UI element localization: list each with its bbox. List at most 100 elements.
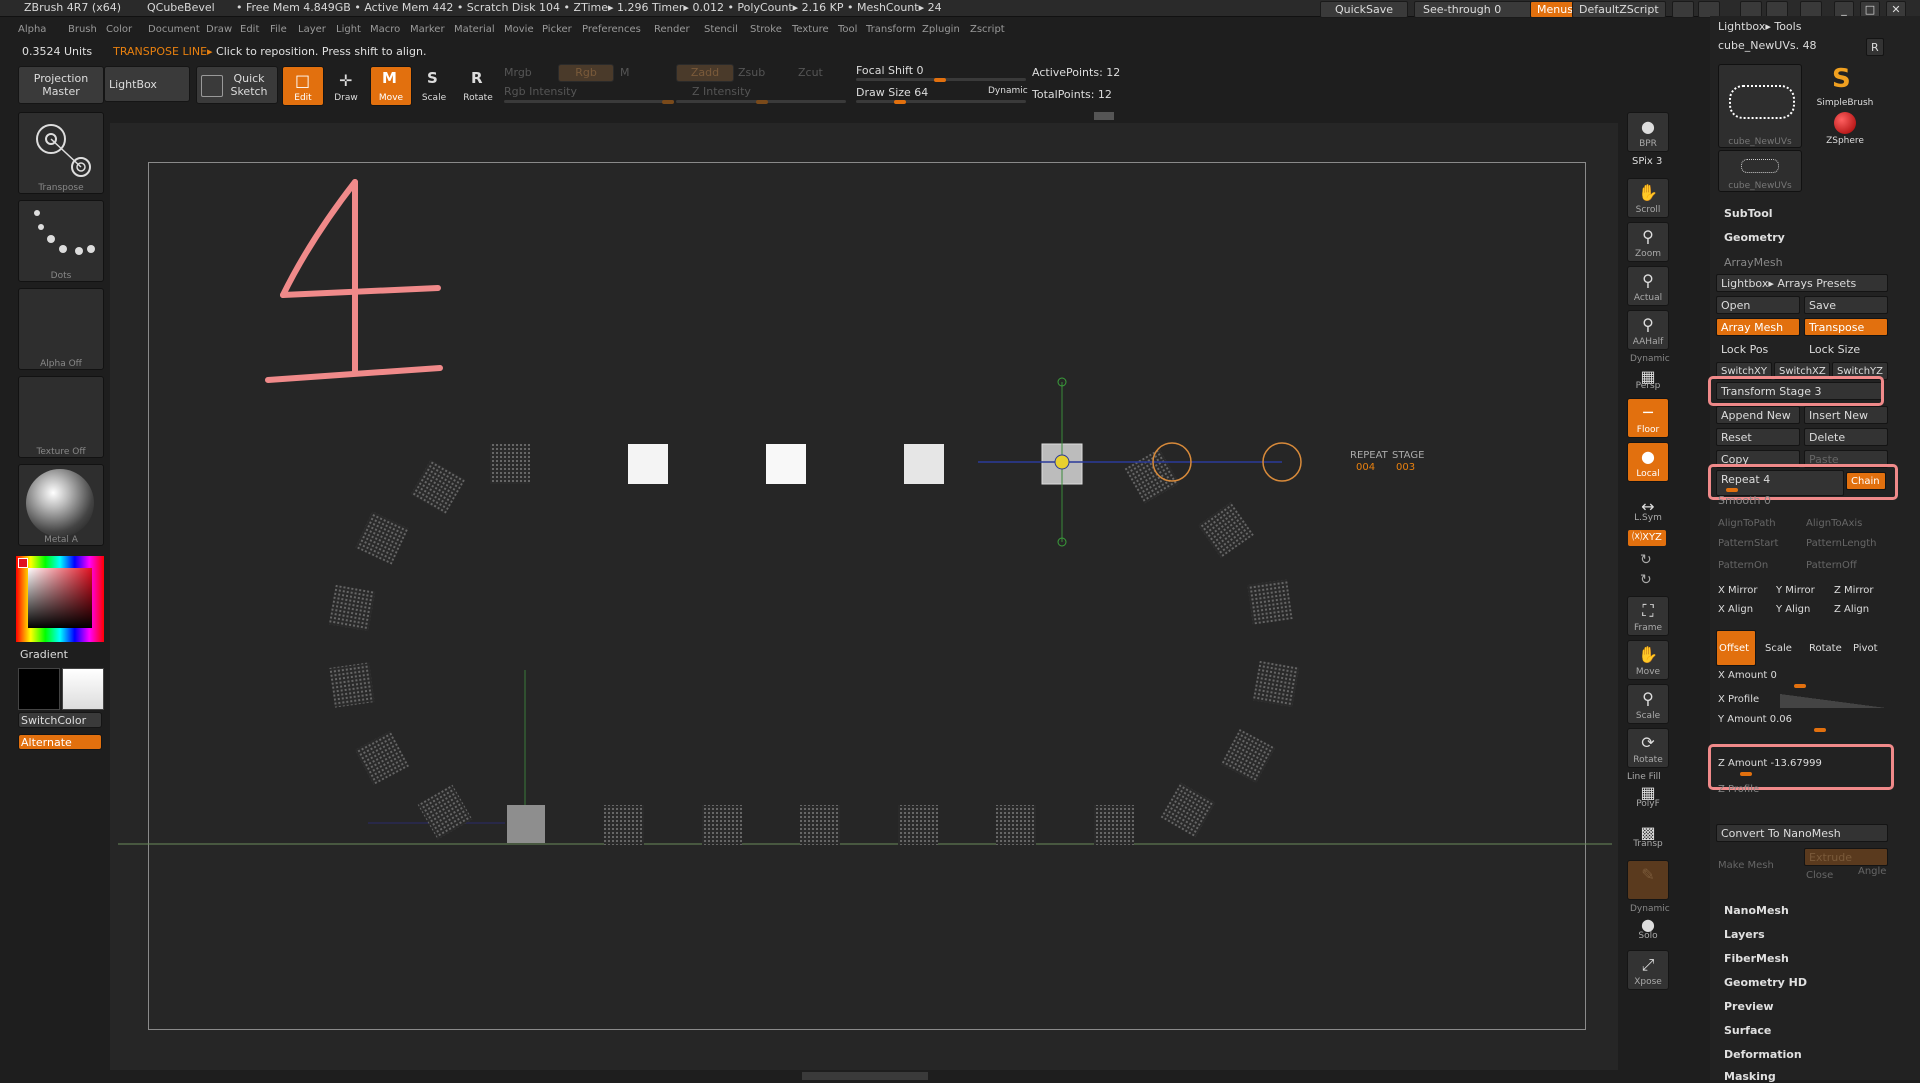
scale-view-button[interactable]: ⚲ Scale	[1627, 684, 1669, 724]
bpr-label: BPR	[1639, 139, 1657, 149]
close-button[interactable]: Close	[1806, 870, 1833, 881]
pattern-start-slider[interactable]: PatternStart	[1718, 538, 1778, 549]
arraymesh-header[interactable]: ArrayMesh	[1724, 256, 1783, 269]
nanomesh-header[interactable]: NanoMesh	[1724, 904, 1789, 917]
y-amount-knob[interactable]	[1814, 728, 1826, 732]
geometry-hd-header[interactable]: Geometry HD	[1724, 976, 1807, 989]
zsphere-label: ZSphere	[1826, 136, 1864, 146]
stage-label: STAGE	[1392, 450, 1425, 461]
align-to-path-button[interactable]: AlignToPath	[1718, 518, 1776, 529]
current-tool-slider[interactable]: cube_NewUVs. 48	[1718, 39, 1817, 52]
surface-header[interactable]: Surface	[1724, 1024, 1771, 1037]
floor-icon: ─	[1643, 403, 1653, 422]
move-view-label: Move	[1635, 667, 1661, 677]
fibermesh-header[interactable]: FiberMesh	[1724, 952, 1789, 965]
rotate-view-button[interactable]: ⟳ Rotate	[1627, 728, 1669, 768]
lightbox-tools-link[interactable]: Lightbox▸ Tools	[1718, 20, 1801, 33]
array-mesh-button[interactable]: Array Mesh	[1716, 318, 1800, 336]
current-tool-thumb[interactable]: cube_NewUVs	[1718, 64, 1802, 148]
layout-icon[interactable]	[1672, 1, 1694, 18]
preview-header[interactable]: Preview	[1724, 1000, 1774, 1013]
scale-view-icon: ⚲	[1642, 689, 1654, 708]
persp-button[interactable]: ▦ Persp	[1627, 360, 1669, 394]
make-mesh-button[interactable]: Make Mesh	[1718, 860, 1774, 871]
x-amount-knob[interactable]	[1794, 684, 1806, 688]
lock-pos-button[interactable]: Lock Pos	[1716, 340, 1800, 358]
save-button[interactable]: Save	[1804, 296, 1888, 314]
pattern-on-slider[interactable]: PatternOn	[1718, 560, 1768, 571]
open-button[interactable]: Open	[1716, 296, 1800, 314]
z-mirror-button[interactable]: Z Mirror	[1834, 585, 1874, 596]
pivot-tab[interactable]: Pivot	[1848, 630, 1888, 666]
xpose-button[interactable]: ⤢ Xpose	[1627, 950, 1669, 990]
bottom-scroll-handle[interactable]	[802, 1072, 928, 1080]
ghost-icon: ✎	[1641, 865, 1655, 884]
frame-label: Frame	[1633, 623, 1663, 633]
rotate-y-icon[interactable]: ↻	[1640, 552, 1652, 568]
aahalf-button[interactable]: ⚲ AAHalf	[1627, 310, 1669, 350]
repeat-value: 004	[1356, 462, 1376, 473]
zoom-button[interactable]: ⚲ Zoom	[1627, 222, 1669, 262]
deformation-header[interactable]: Deformation	[1724, 1048, 1802, 1061]
y-mirror-button[interactable]: Y Mirror	[1776, 585, 1815, 596]
spix-slider[interactable]: SPix 3	[1632, 156, 1662, 167]
bpr-button[interactable]: ● BPR	[1627, 112, 1669, 152]
actual-icon: ⚲	[1642, 271, 1654, 290]
transpose-toggle[interactable]: Transpose	[1804, 318, 1888, 336]
persp-label: Persp	[1635, 381, 1661, 391]
layers-header[interactable]: Layers	[1724, 928, 1765, 941]
x-align-slider[interactable]: X Align	[1718, 604, 1753, 615]
x-mirror-button[interactable]: X Mirror	[1718, 585, 1758, 596]
geometry-header[interactable]: Geometry	[1724, 231, 1785, 244]
masking-header[interactable]: Masking	[1724, 1070, 1776, 1083]
scale-tab[interactable]: Scale	[1760, 630, 1800, 666]
x-amount-slider[interactable]: X Amount 0	[1718, 670, 1777, 681]
x-profile-curve[interactable]: X Profile	[1718, 694, 1759, 705]
y-amount-slider[interactable]: Y Amount 0.06	[1718, 714, 1792, 725]
r-button[interactable]: R	[1866, 38, 1884, 56]
array-thumb2-icon	[1741, 159, 1779, 173]
transp-button[interactable]: ▩ Transp	[1627, 820, 1669, 852]
append-new-button[interactable]: Append New	[1716, 406, 1800, 424]
source-cube	[507, 805, 545, 843]
smooth-slider[interactable]: Smooth 0	[1718, 494, 1771, 507]
tool-thumb-2[interactable]: cube_NewUVs	[1718, 150, 1802, 192]
insert-new-button[interactable]: Insert New	[1804, 406, 1888, 424]
rotate-tab[interactable]: Rotate	[1804, 630, 1846, 666]
stage-cube	[904, 444, 944, 484]
xpose-label: Xpose	[1634, 977, 1662, 987]
angle-slider[interactable]: Angle	[1858, 866, 1886, 877]
convert-nanomesh-button[interactable]: Convert To NanoMesh	[1716, 824, 1888, 842]
offset-tab[interactable]: Offset	[1716, 630, 1756, 666]
reset-button[interactable]: Reset	[1716, 428, 1800, 446]
x-profile-graph[interactable]	[1780, 694, 1886, 708]
floor-button[interactable]: ─ Floor	[1627, 398, 1669, 438]
pattern-length-slider[interactable]: PatternLength	[1806, 538, 1888, 549]
scroll-button[interactable]: ✋ Scroll	[1627, 178, 1669, 218]
local-button[interactable]: ● Local	[1627, 442, 1669, 482]
array-cube	[1220, 728, 1276, 784]
pattern-off-slider[interactable]: PatternOff	[1806, 560, 1857, 571]
rotate-z-icon[interactable]: ↻	[1640, 572, 1652, 588]
extrude-button[interactable]: Extrude	[1804, 848, 1888, 866]
hand-icon: ✋	[1638, 183, 1658, 202]
simple-brush-thumb[interactable]: S SimpleBrush ZSphere	[1804, 64, 1886, 146]
array-cube	[490, 444, 530, 484]
subtool-header[interactable]: SubTool	[1724, 207, 1773, 220]
delete-button[interactable]: Delete	[1804, 428, 1888, 446]
z-align-slider[interactable]: Z Align	[1834, 604, 1869, 615]
z-profile-curve[interactable]: Z Profile	[1718, 784, 1759, 795]
xyz-button[interactable]: ⒳XYZ	[1628, 530, 1666, 546]
arrays-presets-button[interactable]: Lightbox▸ Arrays Presets	[1716, 274, 1888, 292]
actual-button[interactable]: ⚲ Actual	[1627, 266, 1669, 306]
align-to-axis-button[interactable]: AlignToAxis	[1806, 518, 1862, 529]
polyf-button[interactable]: ▦ PolyF	[1627, 780, 1669, 812]
lock-size-button[interactable]: Lock Size	[1804, 340, 1888, 358]
ghost-button[interactable]: ✎	[1627, 860, 1669, 900]
move-view-button[interactable]: ✋ Move	[1627, 640, 1669, 680]
lsym-button[interactable]: ↔ L.Sym	[1627, 494, 1669, 526]
solo-button[interactable]: ● Solo	[1627, 910, 1669, 944]
rotate-view-icon: ⟳	[1641, 733, 1655, 752]
frame-button[interactable]: ⛶ Frame	[1627, 596, 1669, 636]
y-align-slider[interactable]: Y Align	[1776, 604, 1810, 615]
